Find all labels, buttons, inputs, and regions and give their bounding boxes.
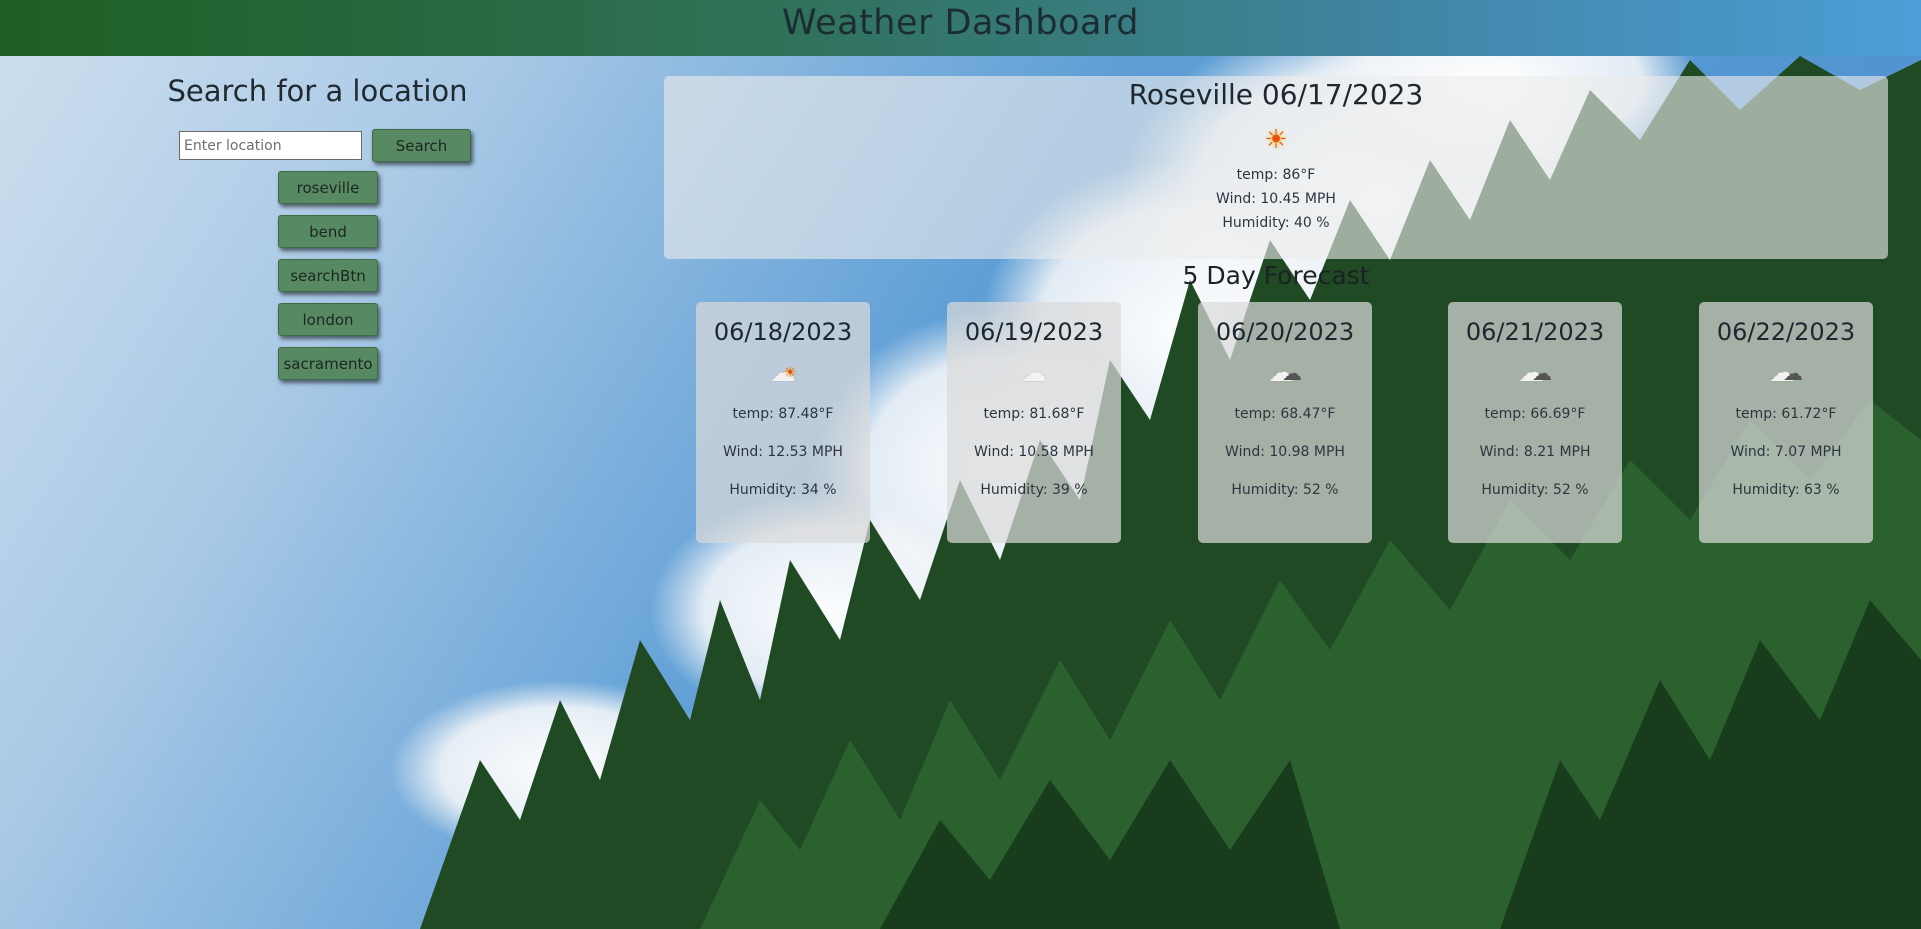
forecast-humidity: Humidity: 34 %	[729, 482, 837, 498]
forecast-humidity: Humidity: 39 %	[980, 482, 1088, 498]
forecast-card: 06/21/2023 ☁☁ temp: 66.69°F Wind: 8.21 M…	[1448, 302, 1622, 543]
forecast-date: 06/20/2023	[1215, 318, 1355, 346]
broken-clouds-icon: ☁☁	[1518, 358, 1552, 388]
forecast-title: 5 Day Forecast	[1182, 261, 1370, 290]
forecast-wind: Wind: 10.98 MPH	[1225, 444, 1345, 460]
current-weather-card: Roseville 06/17/2023 ☀ temp: 86°F Wind: …	[664, 76, 1888, 259]
forecast-temp: temp: 61.72°F	[1735, 406, 1837, 422]
history-button-searchbtn[interactable]: searchBtn	[278, 259, 378, 292]
forecast-humidity: Humidity: 52 %	[1481, 482, 1589, 498]
forecast-wind: Wind: 10.58 MPH	[974, 444, 1094, 460]
broken-clouds-icon: ☁☁	[1769, 358, 1803, 388]
search-panel: Search for a location Search roseville b…	[168, 74, 485, 380]
current-temp: temp: 86°F	[1236, 167, 1316, 183]
forecast-wind: Wind: 12.53 MPH	[723, 444, 843, 460]
app-title: Weather Dashboard	[782, 3, 1139, 43]
search-history: roseville bend searchBtn london sacramen…	[278, 171, 379, 391]
app-header: Weather Dashboard	[0, 0, 1921, 56]
history-button-london[interactable]: london	[278, 303, 378, 336]
forecast-date: 06/22/2023	[1716, 318, 1856, 346]
search-row: Search	[179, 129, 471, 162]
forecast-wind: Wind: 8.21 MPH	[1479, 444, 1591, 460]
sun-icon: ☀	[1264, 125, 1288, 155]
history-button-sacramento[interactable]: sacramento	[278, 347, 378, 380]
current-title: Roseville 06/17/2023	[1128, 78, 1424, 111]
history-button-roseville[interactable]: roseville	[278, 171, 378, 204]
forecast-temp: temp: 87.48°F	[732, 406, 834, 422]
sun-behind-cloud-icon: ☁☀	[769, 358, 797, 388]
forecast-card: 06/20/2023 ☁☁ temp: 68.47°F Wind: 10.98 …	[1198, 302, 1372, 543]
current-humidity: Humidity: 40 %	[1222, 215, 1330, 231]
location-input[interactable]	[179, 131, 362, 160]
forecast-card: 06/22/2023 ☁☁ temp: 61.72°F Wind: 7.07 M…	[1699, 302, 1873, 543]
forecast-temp: temp: 66.69°F	[1484, 406, 1586, 422]
forecast-card: 06/18/2023 ☁☀ temp: 87.48°F Wind: 12.53 …	[696, 302, 870, 543]
forecast-wind: Wind: 7.07 MPH	[1730, 444, 1842, 460]
forecast-date: 06/18/2023	[713, 318, 853, 346]
broken-clouds-icon: ☁☁	[1268, 358, 1302, 388]
forecast-temp: temp: 81.68°F	[983, 406, 1085, 422]
cloud-icon: ☁	[1021, 358, 1047, 388]
search-button[interactable]: Search	[372, 129, 471, 162]
forecast-date: 06/19/2023	[964, 318, 1104, 346]
current-wind: Wind: 10.45 MPH	[1216, 191, 1336, 207]
history-button-bend[interactable]: bend	[278, 215, 378, 248]
forecast-temp: temp: 68.47°F	[1234, 406, 1336, 422]
forecast-humidity: Humidity: 63 %	[1732, 482, 1840, 498]
forecast-humidity: Humidity: 52 %	[1231, 482, 1339, 498]
forecast-card: 06/19/2023 ☁ temp: 81.68°F Wind: 10.58 M…	[947, 302, 1121, 543]
forecast-date: 06/21/2023	[1465, 318, 1605, 346]
search-title: Search for a location	[167, 74, 468, 108]
